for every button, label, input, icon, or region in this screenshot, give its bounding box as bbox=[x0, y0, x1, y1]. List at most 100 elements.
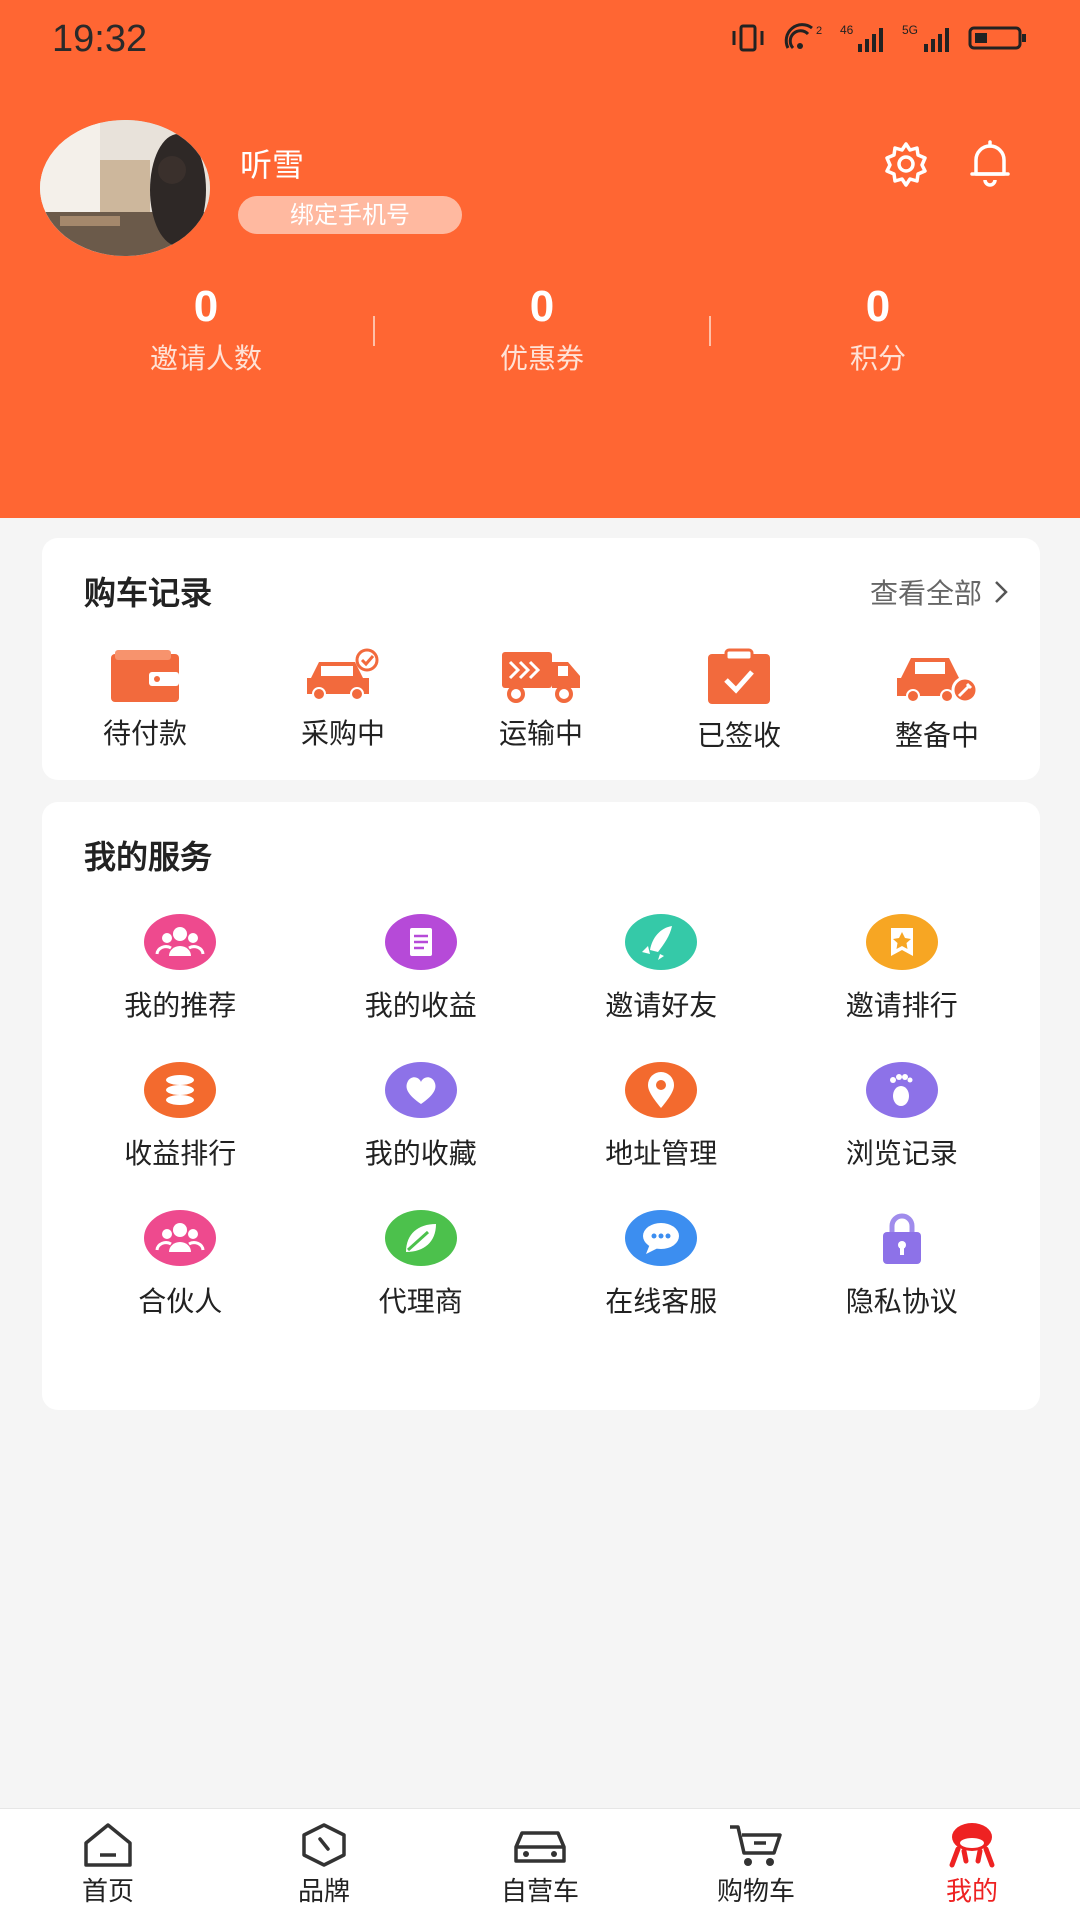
tab-home[interactable]: 首页 bbox=[0, 1809, 216, 1920]
avatar[interactable] bbox=[40, 120, 210, 256]
stat-label: 积分 bbox=[849, 342, 906, 375]
service-label: 邀请排行 bbox=[845, 989, 958, 1022]
cart-icon bbox=[730, 1825, 782, 1866]
lock-icon bbox=[882, 1213, 921, 1264]
service-label: 在线客服 bbox=[605, 1285, 718, 1318]
svg-text:2: 2 bbox=[816, 25, 822, 37]
order-label: 已签收 bbox=[696, 719, 781, 752]
order-label: 采购中 bbox=[300, 717, 385, 750]
stat-coupons[interactable]: 0 优惠券 bbox=[373, 280, 710, 380]
services-grid: 我的推荐 我的收益 邀请好友 邀请排行 收益排行 我的收藏 地址管理 浏览记录 … bbox=[42, 912, 1040, 1320]
settings-icon[interactable] bbox=[878, 136, 934, 192]
service-browse-history[interactable]: 浏览记录 bbox=[782, 1060, 1023, 1172]
people-icon bbox=[144, 914, 217, 970]
brand-hexagon-icon bbox=[302, 1823, 346, 1867]
order-label: 待付款 bbox=[102, 717, 187, 750]
bottom-tab-bar: 首页 品牌 自营车 购物车 我的 bbox=[0, 1808, 1080, 1920]
footprint-icon bbox=[865, 1062, 938, 1118]
star-badge-icon bbox=[865, 914, 938, 970]
stats-row: 0 邀请人数 0 优惠券 0 积分 bbox=[0, 280, 1080, 380]
service-partner[interactable]: 合伙人 bbox=[60, 1208, 301, 1320]
service-label: 邀请好友 bbox=[605, 989, 718, 1022]
order-purchasing[interactable]: 采购中 bbox=[253, 648, 433, 754]
service-label: 浏览记录 bbox=[845, 1137, 958, 1170]
stat-label: 邀请人数 bbox=[149, 342, 262, 375]
battery-icon bbox=[968, 26, 1026, 50]
service-online-support[interactable]: 在线客服 bbox=[541, 1208, 782, 1320]
username: 听雪 bbox=[240, 146, 305, 184]
leaf-icon bbox=[384, 1210, 457, 1266]
svg-text:5G: 5G bbox=[902, 23, 918, 37]
stat-invites[interactable]: 0 邀请人数 bbox=[38, 280, 374, 380]
coins-icon bbox=[144, 1062, 217, 1118]
tab-label: 购物车 bbox=[716, 1877, 795, 1907]
heart-icon bbox=[384, 1062, 457, 1118]
service-my-earnings[interactable]: 我的收益 bbox=[301, 912, 542, 1024]
stat-points[interactable]: 0 积分 bbox=[709, 280, 1046, 380]
status-time: 19:32 bbox=[52, 18, 148, 60]
card-title: 我的服务 bbox=[84, 838, 213, 876]
tab-label: 首页 bbox=[81, 1877, 134, 1907]
view-all-label: 查看全部 bbox=[869, 577, 982, 610]
hotspot-icon: 2 bbox=[784, 23, 822, 50]
order-received[interactable]: 已签收 bbox=[649, 648, 829, 754]
service-address-management[interactable]: 地址管理 bbox=[541, 1060, 782, 1172]
service-privacy-policy[interactable]: 隐私协议 bbox=[782, 1208, 1023, 1320]
tab-mine[interactable]: 我的 bbox=[864, 1809, 1080, 1920]
tab-owned-cars[interactable]: 自营车 bbox=[432, 1809, 648, 1920]
signal-5g-icon: 5G bbox=[902, 23, 949, 52]
service-label: 合伙人 bbox=[138, 1285, 223, 1318]
view-all-link[interactable]: 查看全部 bbox=[870, 572, 1010, 612]
stat-divider bbox=[709, 316, 711, 346]
status-icons: 2 46 5G bbox=[728, 22, 1028, 54]
service-invite-friends[interactable]: 邀请好友 bbox=[541, 912, 782, 1024]
chat-bubble-icon bbox=[625, 1210, 698, 1266]
service-label: 地址管理 bbox=[605, 1137, 718, 1170]
order-label: 整备中 bbox=[894, 719, 979, 752]
order-status-row: 待付款 采购中 运输中 已签收 整备中 bbox=[42, 648, 1040, 754]
tab-cart[interactable]: 购物车 bbox=[648, 1809, 864, 1920]
service-invite-ranking[interactable]: 邀请排行 bbox=[782, 912, 1023, 1024]
service-label: 代理商 bbox=[378, 1285, 463, 1318]
card-title: 购车记录 bbox=[84, 574, 213, 612]
service-my-referrals[interactable]: 我的推荐 bbox=[60, 912, 301, 1024]
tab-label: 品牌 bbox=[297, 1877, 350, 1907]
stat-value: 0 bbox=[865, 282, 891, 331]
order-label: 运输中 bbox=[498, 717, 583, 750]
stat-value: 0 bbox=[193, 282, 219, 331]
document-icon bbox=[384, 914, 457, 970]
wallet-icon bbox=[111, 650, 179, 702]
clipboard-check-icon bbox=[708, 648, 770, 704]
tab-label: 自营车 bbox=[500, 1877, 579, 1907]
truck-icon bbox=[502, 652, 580, 703]
service-label: 隐私协议 bbox=[845, 1285, 958, 1318]
svg-text:46: 46 bbox=[840, 23, 854, 37]
location-pin-icon bbox=[625, 1062, 698, 1118]
service-label: 我的收藏 bbox=[364, 1137, 477, 1170]
my-services-card: 我的服务 我的推荐 我的收益 邀请好友 邀请排行 收益排行 我的收藏 地址管理 … bbox=[42, 802, 1040, 1410]
profile-mascot-icon bbox=[949, 1823, 995, 1868]
tab-brand[interactable]: 品牌 bbox=[216, 1809, 432, 1920]
rocket-icon bbox=[625, 914, 698, 970]
order-preparing[interactable]: 整备中 bbox=[847, 648, 1027, 754]
stat-divider bbox=[373, 316, 375, 346]
car-wrench-icon bbox=[897, 658, 979, 704]
service-label: 我的收益 bbox=[364, 989, 477, 1022]
order-pending-payment[interactable]: 待付款 bbox=[55, 648, 235, 754]
bell-icon[interactable] bbox=[962, 134, 1018, 190]
chevron-right-icon bbox=[995, 581, 1008, 603]
car-check-icon bbox=[307, 648, 379, 701]
vibrate-icon bbox=[732, 24, 764, 52]
people-icon bbox=[144, 1210, 217, 1266]
stat-value: 0 bbox=[529, 282, 555, 331]
order-shipping[interactable]: 运输中 bbox=[451, 648, 631, 754]
stat-label: 优惠券 bbox=[499, 342, 584, 375]
service-label: 我的推荐 bbox=[124, 989, 237, 1022]
service-agent[interactable]: 代理商 bbox=[301, 1208, 542, 1320]
service-my-favorites[interactable]: 我的收藏 bbox=[301, 1060, 542, 1172]
bind-phone-button[interactable]: 绑定手机号 bbox=[238, 196, 462, 234]
service-earnings-ranking[interactable]: 收益排行 bbox=[60, 1060, 301, 1172]
tab-label: 我的 bbox=[945, 1877, 998, 1907]
purchase-records-card: 购车记录 查看全部 待付款 采购中 运输中 已签收 整备中 bbox=[42, 538, 1040, 780]
home-icon bbox=[84, 1823, 132, 1867]
